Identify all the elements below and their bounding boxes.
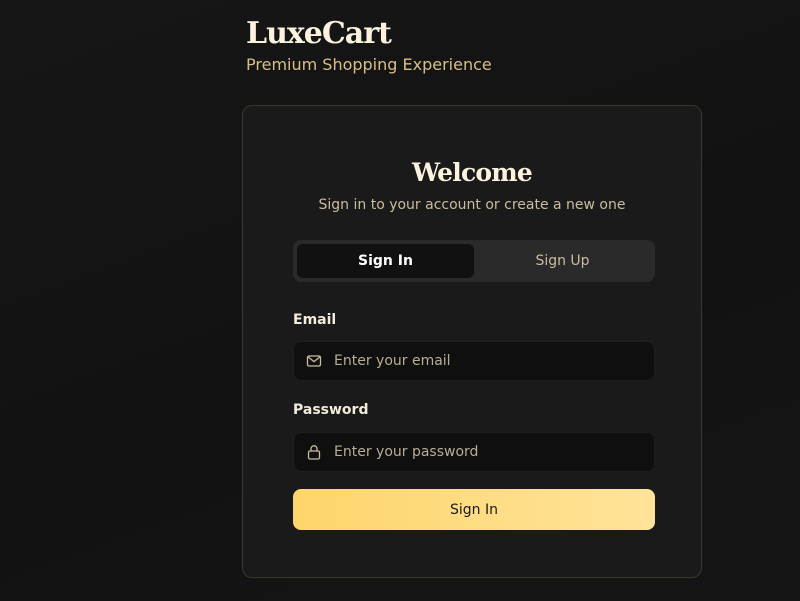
- card-subtitle: Sign in to your account or create a new …: [318, 197, 626, 213]
- auth-tabs: Sign In Sign Up: [293, 240, 655, 282]
- email-field-container: [293, 341, 655, 381]
- brand-header: LuxeCart Premium Shopping Experience: [246, 14, 492, 76]
- mail-icon: [306, 353, 322, 369]
- brand-logo-title: LuxeCart: [246, 16, 392, 51]
- password-input[interactable]: [334, 433, 644, 471]
- email-label: Email: [293, 312, 337, 328]
- card-title: Welcome: [411, 158, 533, 187]
- password-label: Password: [293, 402, 369, 418]
- tab-sign-up[interactable]: Sign Up: [474, 244, 651, 278]
- email-input[interactable]: [334, 342, 644, 380]
- tab-sign-in[interactable]: Sign In: [297, 244, 474, 278]
- lock-icon: [306, 444, 322, 460]
- brand-tagline: Premium Shopping Experience: [246, 55, 492, 74]
- sign-in-button[interactable]: Sign In: [293, 489, 655, 530]
- auth-card: Welcome Sign in to your account or creat…: [242, 105, 702, 578]
- password-field-container: [293, 432, 655, 472]
